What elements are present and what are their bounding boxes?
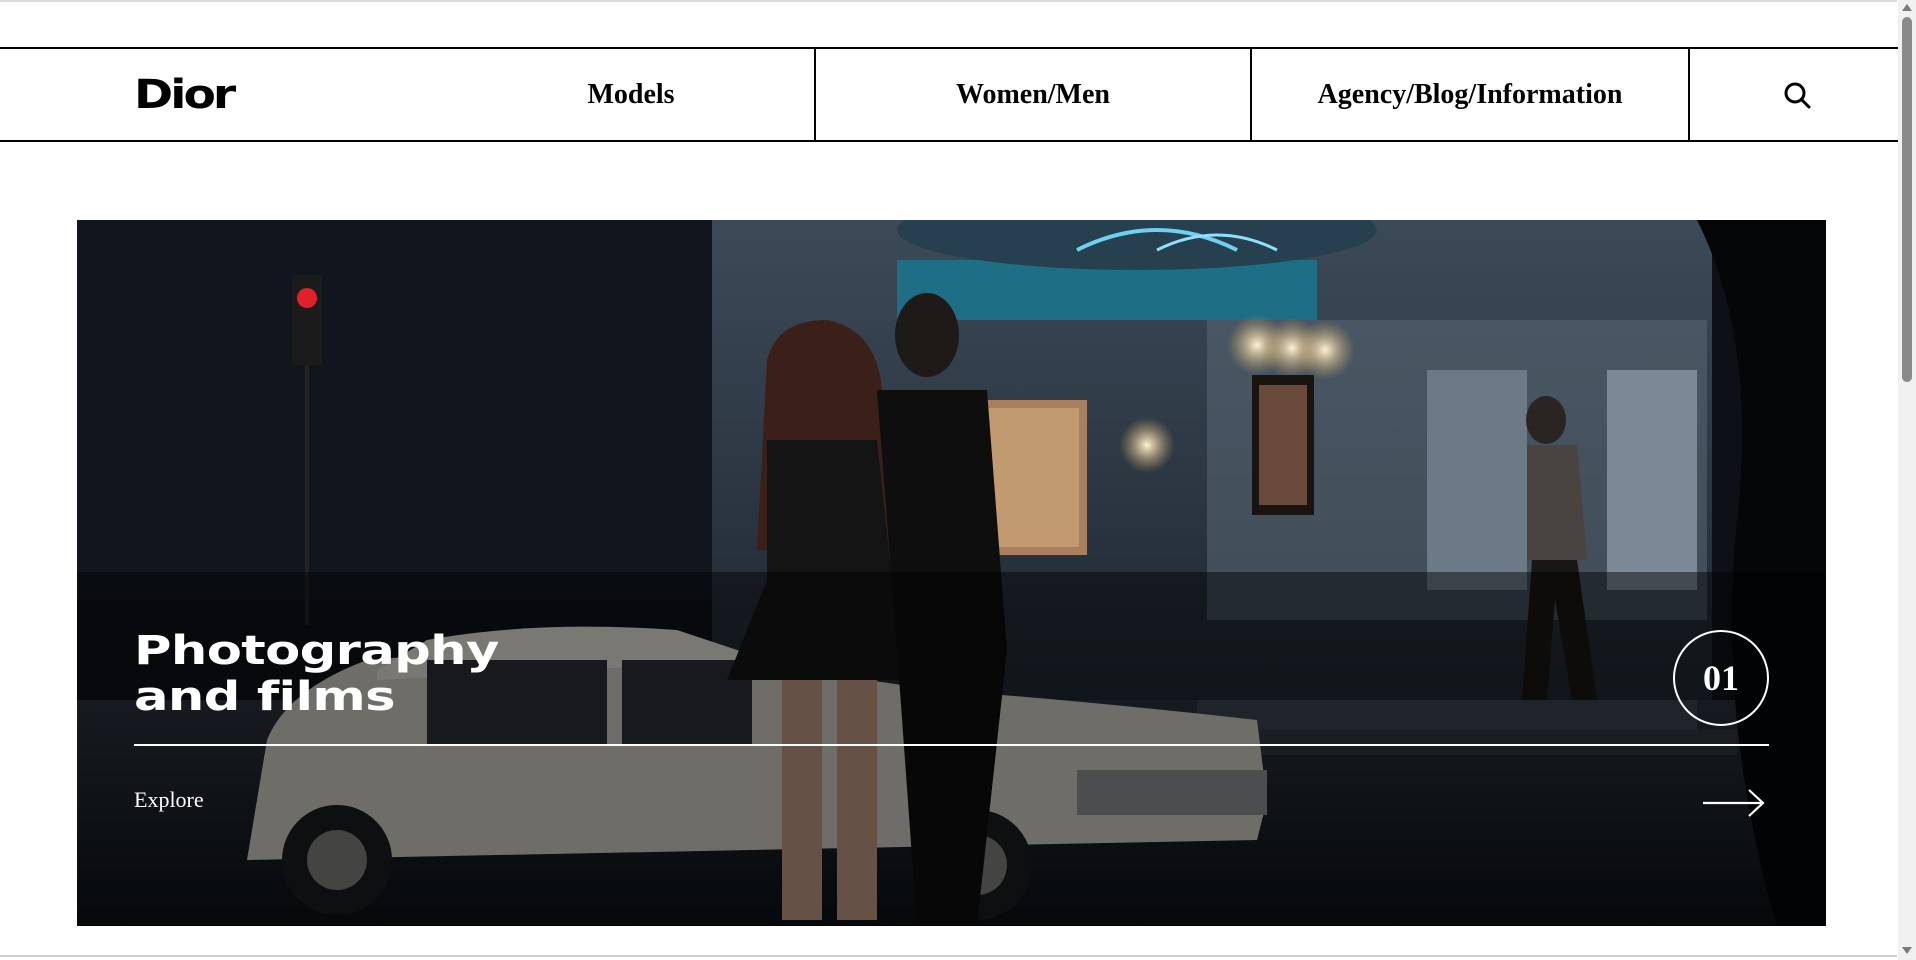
nav-item-models[interactable]: Models bbox=[448, 49, 816, 140]
nav-item-women-men[interactable]: Women/Men bbox=[816, 49, 1252, 140]
hero-number-badge: 01 bbox=[1673, 630, 1769, 726]
hero-title: Photography and films bbox=[134, 628, 499, 720]
brand-logo[interactable]: Dior bbox=[134, 72, 236, 118]
scroll-thumb[interactable] bbox=[1902, 17, 1912, 382]
arrow-right-icon bbox=[1703, 789, 1765, 817]
search-icon bbox=[1784, 82, 1811, 108]
logo-cell: Dior bbox=[0, 49, 448, 140]
scroll-up-icon[interactable] bbox=[1902, 4, 1912, 11]
nav-item-agency-blog-information[interactable]: Agency/Blog/Information bbox=[1252, 49, 1690, 140]
page-scrollbar[interactable] bbox=[1898, 0, 1916, 960]
search-button[interactable] bbox=[1690, 49, 1904, 140]
hero-banner[interactable]: Photography and films 01 Explore bbox=[77, 220, 1826, 926]
scroll-down-icon[interactable] bbox=[1902, 947, 1912, 954]
hero-divider bbox=[134, 744, 1769, 746]
top-divider bbox=[0, 0, 1897, 2]
explore-arrow-button[interactable] bbox=[1701, 786, 1767, 825]
hero-caption-overlay bbox=[77, 572, 1826, 926]
bottom-divider bbox=[0, 955, 1897, 957]
explore-link[interactable]: Explore bbox=[134, 787, 204, 813]
main-nav: Dior Models Women/Men Agency/Blog/Inform… bbox=[0, 47, 1904, 142]
